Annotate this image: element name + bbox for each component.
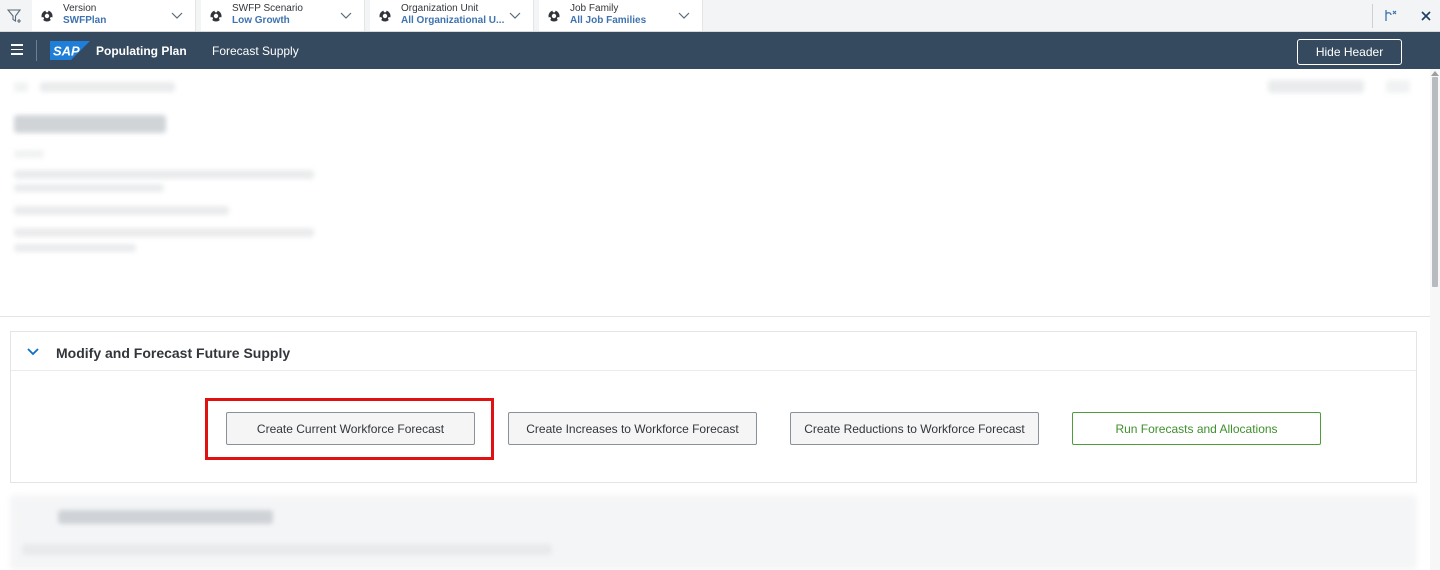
filter-label: Version [63,3,97,14]
filter-value: All Job Families [570,15,647,26]
divider [1372,4,1373,28]
variant-settings-icon[interactable] [1377,0,1405,32]
blurred-heading [58,510,273,524]
hide-header-button[interactable]: Hide Header [1297,39,1402,65]
close-icon[interactable] [1412,0,1440,32]
blurred-text [14,170,314,179]
filter-value: SWFPlan [63,15,107,26]
filter-value: Low Growth [232,15,290,26]
filter-swfp-scenario[interactable]: SWFP Scenario Low Growth [201,0,365,31]
blurred-button [1386,80,1410,93]
blurred-text [14,206,229,215]
blurred-icon [14,82,28,92]
blurred-text [14,184,164,192]
app-title[interactable]: Populating Plan [96,44,187,58]
filter-bar: Version SWFPlan SWFP Scenario Low Growth… [0,0,1440,32]
blurred-text [14,228,314,237]
filter-job-family[interactable]: Job Family All Job Families [539,0,703,31]
blurred-text [14,150,44,158]
divider [0,316,1430,317]
blurred-button [1268,80,1364,93]
chevron-down-icon [340,12,352,19]
collapse-chevron-icon[interactable] [27,347,39,357]
panel-header[interactable]: Modify and Forecast Future Supply [11,332,1416,371]
run-forecasts-allocations-button[interactable]: Run Forecasts and Allocations [1072,412,1321,445]
blurred-text [40,82,175,92]
dimension-icon [41,9,53,22]
panel-title: Modify and Forecast Future Supply [56,345,291,361]
blurred-panel [10,495,1417,570]
filter-label: Organization Unit [401,3,479,14]
svg-text:SAP: SAP [53,44,80,59]
menu-icon[interactable] [8,41,26,59]
blurred-text [22,544,552,555]
chevron-down-icon [509,12,521,19]
highlight-box [205,398,494,460]
chevron-down-icon [678,12,690,19]
filter-value: All Organizational U... [401,15,505,26]
blurred-text [14,244,136,252]
scrollbar-thumb[interactable] [1432,77,1438,287]
create-increases-forecast-button[interactable]: Create Increases to Workforce Forecast [508,412,757,445]
sap-logo[interactable]: SAP [50,41,90,60]
dimension-icon [548,9,560,22]
shell-header: SAP Populating Plan Forecast Supply Hide… [0,32,1440,69]
filter-version[interactable]: Version SWFPlan [32,0,196,31]
filter-organization-unit[interactable]: Organization Unit All Organizational U..… [370,0,534,31]
page-title: Forecast Supply [212,44,299,58]
divider [36,40,37,61]
blurred-heading [14,115,166,133]
filter-add-icon[interactable] [0,0,30,32]
dimension-icon [210,9,222,22]
dimension-icon [379,9,391,22]
filter-label: SWFP Scenario [232,3,303,14]
scroll-up-arrow-icon[interactable] [1431,70,1439,76]
create-reductions-forecast-button[interactable]: Create Reductions to Workforce Forecast [790,412,1039,445]
chevron-down-icon [171,12,183,19]
filter-label: Job Family [570,3,619,14]
